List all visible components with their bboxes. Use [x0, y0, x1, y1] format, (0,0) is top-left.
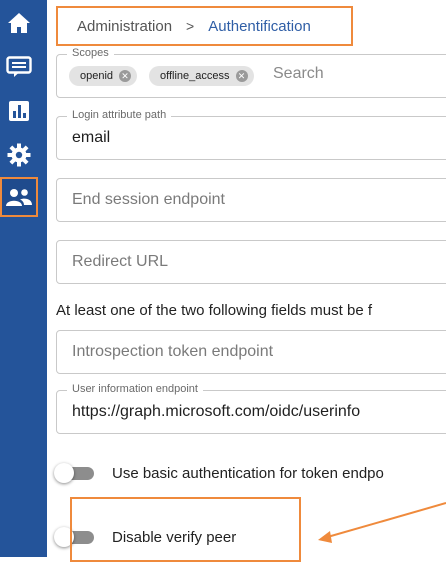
user-information-endpoint-field[interactable]: User information endpoint https://graph.…	[56, 383, 446, 434]
breadcrumb-authentification: Authentification	[208, 17, 311, 35]
home-icon	[7, 12, 30, 33]
basic-auth-toggle-label: Use basic authentication for token endpo	[112, 464, 384, 482]
scopes-label: Scopes	[67, 47, 114, 59]
scope-chip-label: openid	[80, 70, 114, 82]
end-session-endpoint-placeholder: End session endpoint	[72, 191, 225, 208]
messages-icon	[5, 55, 32, 77]
end-session-endpoint-field[interactable]: End session endpoint	[56, 178, 446, 222]
remove-chip-icon[interactable]: ✕	[235, 70, 248, 82]
scope-chip-openid: openid ✕	[69, 66, 138, 86]
breadcrumb: Administration > Authentification	[56, 6, 353, 46]
redirect-url-placeholder: Redirect URL	[72, 253, 169, 270]
breadcrumb-administration[interactable]: Administration	[77, 18, 172, 35]
login-attribute-path-field[interactable]: Login attribute path email	[56, 109, 446, 160]
scopes-search-input[interactable]	[271, 64, 425, 84]
nav-messages[interactable]	[0, 48, 37, 85]
remove-chip-icon[interactable]: ✕	[119, 70, 132, 82]
basic-auth-toggle-row: Use basic authentication for token endpo	[54, 463, 384, 483]
toggle-thumb	[54, 463, 74, 483]
user-information-endpoint-value: https://graph.microsoft.com/oidc/userinf…	[72, 403, 361, 420]
scope-chip-label: offline_access	[160, 70, 230, 82]
redirect-url-field[interactable]: Redirect URL	[56, 240, 446, 284]
basic-auth-toggle[interactable]	[54, 463, 96, 483]
breadcrumb-separator: >	[186, 18, 195, 34]
login-attribute-path-label: Login attribute path	[67, 109, 172, 121]
annotation-highlight-box	[70, 497, 301, 562]
sidebar	[0, 0, 47, 557]
introspection-token-endpoint-field[interactable]: Introspection token endpoint	[56, 330, 446, 374]
scopes-field[interactable]: Scopes openid ✕ offline_access ✕	[56, 47, 446, 98]
introspection-token-endpoint-placeholder: Introspection token endpoint	[72, 343, 274, 360]
login-attribute-path-value: email	[72, 129, 111, 146]
nav-users[interactable]	[0, 177, 38, 217]
required-fields-note: At least one of the two following fields…	[56, 302, 373, 319]
gear-icon	[7, 143, 30, 166]
scope-chip-offline-access: offline_access ✕	[149, 66, 254, 86]
users-icon	[6, 189, 32, 206]
nav-statistics[interactable]	[0, 92, 37, 129]
user-information-endpoint-label: User information endpoint	[67, 383, 203, 395]
chart-icon	[8, 100, 29, 121]
nav-home[interactable]	[0, 4, 37, 41]
nav-settings[interactable]	[0, 136, 37, 173]
